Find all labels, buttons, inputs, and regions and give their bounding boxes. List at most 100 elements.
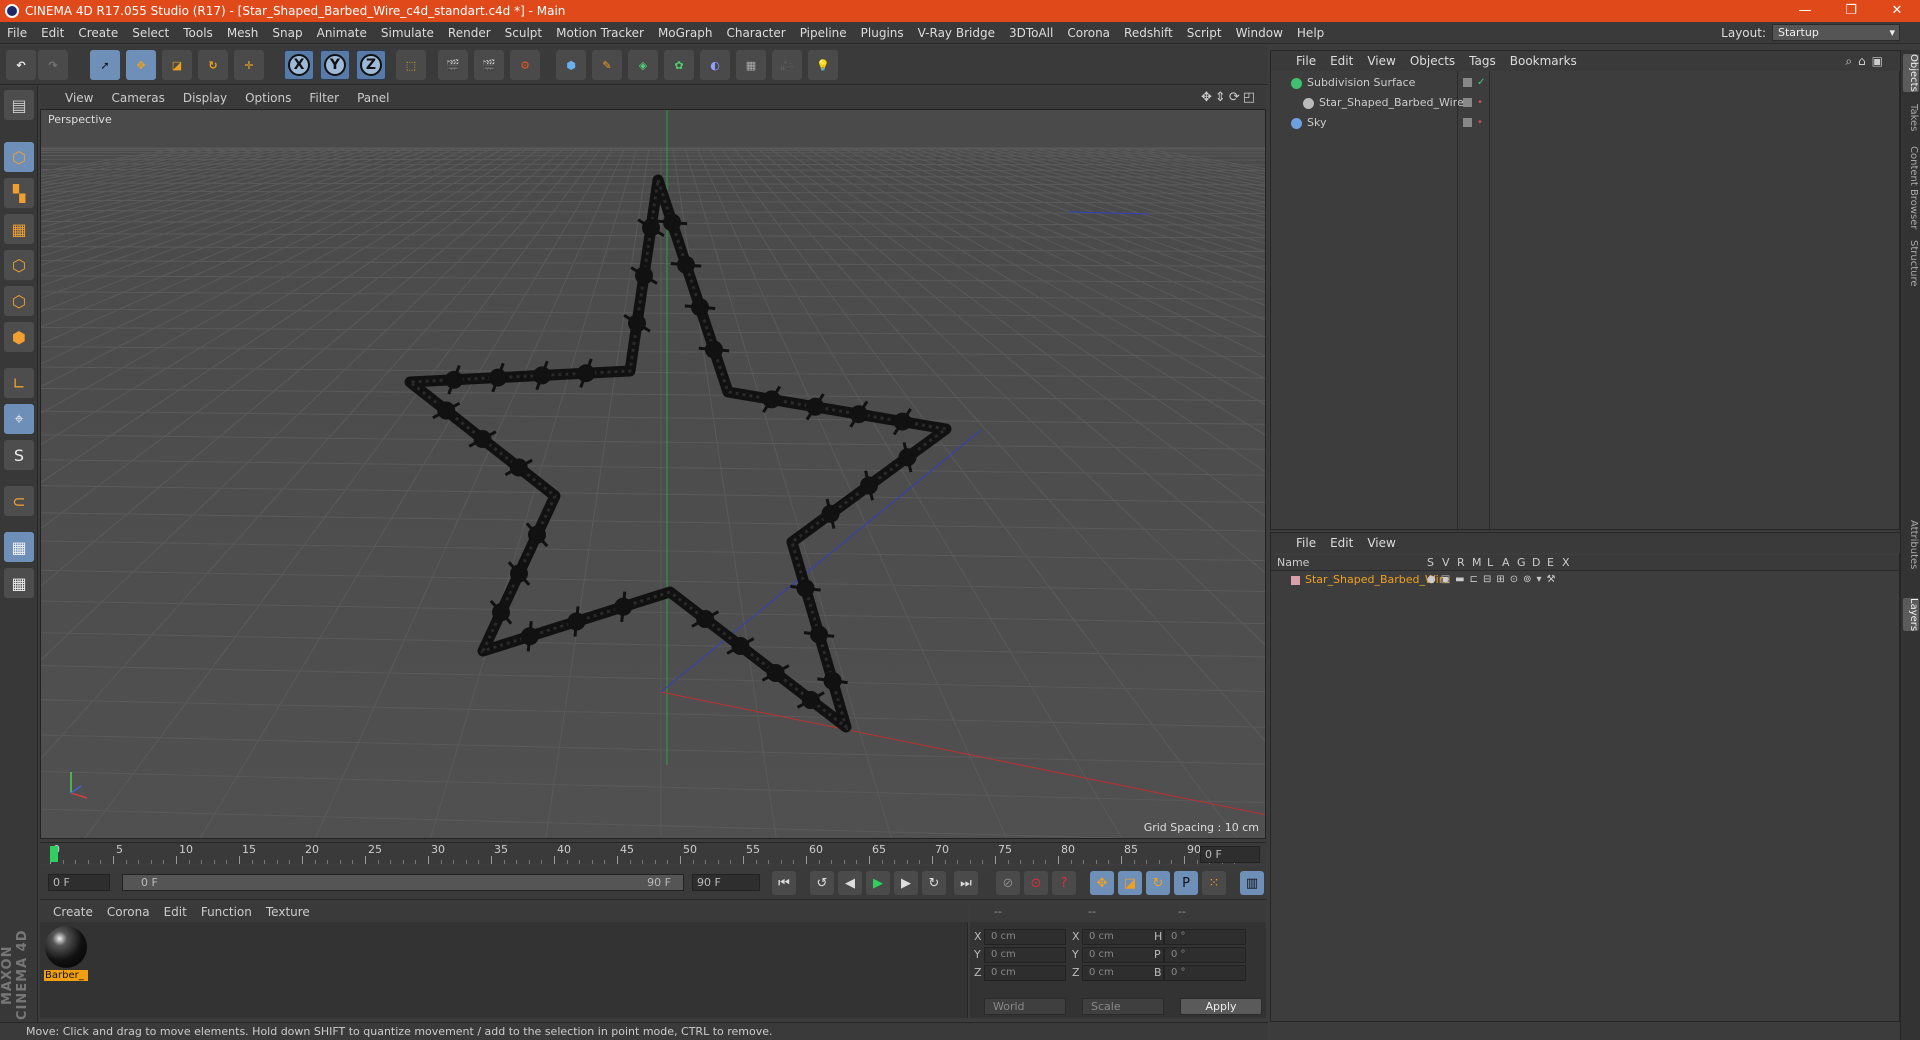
menu-mesh[interactable]: Mesh	[220, 22, 266, 44]
menu-script[interactable]: Script	[1180, 22, 1229, 44]
object-row[interactable]: Subdivision Surface ✓	[1271, 73, 1899, 93]
menu-motion-tracker[interactable]: Motion Tracker	[549, 22, 651, 44]
cloner-button[interactable]: ✿	[664, 50, 694, 80]
minimize-button[interactable]: —	[1782, 0, 1828, 22]
magnet-icon[interactable]: ⊂	[4, 486, 34, 516]
move-tool-button[interactable]: ✥	[126, 50, 156, 80]
object-menu-file[interactable]: File	[1289, 54, 1323, 68]
visibility-toggle-icon[interactable]	[1463, 98, 1472, 107]
transform-mode-select[interactable]: Scale	[1082, 998, 1164, 1015]
previous-frame-button[interactable]: ◀	[838, 871, 862, 895]
next-frame-button[interactable]: ▶	[894, 871, 918, 895]
viewport-menu-cameras[interactable]: Cameras	[102, 91, 173, 105]
coord-field[interactable]: 0 cm	[1082, 965, 1164, 981]
timeline-ruler[interactable]: 051015202530354045505560657075808590 0 F	[40, 842, 1266, 864]
layer-menu-file[interactable]: File	[1289, 536, 1323, 550]
menu-create[interactable]: Create	[71, 22, 125, 44]
layer-col-r[interactable]: R	[1457, 555, 1465, 571]
render-settings-button[interactable]: ⚙	[510, 50, 540, 80]
apply-button[interactable]: Apply	[1180, 998, 1262, 1015]
perspective-viewport[interactable]: Perspective Grid Spacing : 10 cm	[40, 109, 1266, 839]
menu-3dtoall[interactable]: 3DToAll	[1002, 22, 1060, 44]
menu-window[interactable]: Window	[1229, 22, 1290, 44]
visibility-toggle-icon[interactable]	[1463, 118, 1472, 127]
side-tab-layers[interactable]: Layers	[1903, 598, 1919, 632]
coord-field[interactable]: 0 cm	[984, 929, 1066, 945]
polygons-mode-icon[interactable]: ⬢	[4, 322, 34, 352]
floor-button[interactable]: ▦	[736, 50, 766, 80]
menu-redshift[interactable]: Redshift	[1117, 22, 1180, 44]
enable-toggle-icon[interactable]: ✓	[1477, 73, 1485, 93]
goto-end-button[interactable]: ⏭	[954, 871, 978, 895]
side-tab-objects[interactable]: Objects	[1903, 54, 1919, 92]
layer-col-e[interactable]: E	[1547, 555, 1554, 571]
layer-toggles[interactable]: ●▣▬⊏⊟⊞⊙⊚▾⚒	[1427, 571, 1561, 589]
layer-col-a[interactable]: A	[1502, 555, 1510, 571]
menu-animate[interactable]: Animate	[310, 22, 374, 44]
viewport-menu-panel[interactable]: Panel	[348, 91, 398, 105]
undo-button[interactable]: ↶	[6, 50, 36, 80]
object-row[interactable]: Sky •	[1271, 113, 1899, 133]
layer-col-l[interactable]: L	[1487, 555, 1493, 571]
spline-pen-button[interactable]: ✎	[592, 50, 622, 80]
enable-toggle-icon[interactable]: •	[1477, 113, 1483, 133]
live-selection-button[interactable]: ✛	[234, 50, 264, 80]
layer-col-m[interactable]: M	[1472, 555, 1482, 571]
menu-corona[interactable]: Corona	[1060, 22, 1117, 44]
workplane-icon[interactable]: ▦	[4, 214, 34, 244]
visibility-toggle-icon[interactable]	[1463, 78, 1472, 87]
render-picture-viewer-button[interactable]: 🎬	[474, 50, 504, 80]
coord-field[interactable]: 0 cm	[984, 965, 1066, 981]
autokey-button[interactable]: ⊙	[1024, 871, 1048, 895]
keyframe-selection-button[interactable]: ?	[1052, 871, 1076, 895]
menu-select[interactable]: Select	[125, 22, 176, 44]
preview-range-slider[interactable]: 0 F 90 F	[122, 874, 684, 891]
restore-button[interactable]: ❐	[1828, 0, 1874, 22]
layer-col-x[interactable]: X	[1562, 555, 1570, 571]
object-menu-tags[interactable]: Tags	[1462, 54, 1503, 68]
object-menu-edit[interactable]: Edit	[1323, 54, 1360, 68]
menu-snap[interactable]: Snap	[265, 22, 309, 44]
selection-tool-button[interactable]: ➚	[90, 50, 120, 80]
menu-v-ray-bridge[interactable]: V-Ray Bridge	[911, 22, 1002, 44]
viewport-navigation-icon[interactable]: ✥⇕⟳◰	[1201, 90, 1258, 105]
key-scale-button[interactable]: ◪	[1118, 871, 1142, 895]
light-button[interactable]: 💡	[808, 50, 838, 80]
layer-col-v[interactable]: V	[1442, 555, 1450, 571]
object-menu-bookmarks[interactable]: Bookmarks	[1503, 54, 1584, 68]
coord-field[interactable]: 0 °	[1164, 965, 1246, 981]
rotate-tool-button[interactable]: ↻	[198, 50, 228, 80]
menu-character[interactable]: Character	[719, 22, 792, 44]
render-view-button[interactable]: 🎬	[438, 50, 468, 80]
camera-button[interactable]: 🎥	[772, 50, 802, 80]
y-axis-lock-button[interactable]: Y	[320, 50, 350, 80]
object-menu-view[interactable]: View	[1360, 54, 1402, 68]
x-axis-lock-button[interactable]: X	[284, 50, 314, 80]
previous-key-button[interactable]: ↺	[810, 871, 834, 895]
axis-mode-icon[interactable]: ∟	[4, 368, 34, 398]
coord-field[interactable]: 0 cm	[1082, 929, 1164, 945]
current-frame-field[interactable]: 0 F	[1200, 846, 1260, 863]
object-menu-objects[interactable]: Objects	[1403, 54, 1462, 68]
coord-field[interactable]: 0 cm	[1082, 947, 1164, 963]
side-tab-content-browser[interactable]: Content Browser	[1903, 146, 1919, 229]
material-menu-texture[interactable]: Texture	[259, 905, 317, 919]
make-editable-icon[interactable]: ▤	[4, 90, 34, 120]
locked-workplane-icon[interactable]: ▦	[4, 532, 34, 562]
planar-workplane-icon[interactable]: ▦	[4, 568, 34, 598]
side-tab-attributes[interactable]: Attributes	[1903, 520, 1919, 569]
snapping-icon[interactable]: S	[4, 440, 34, 470]
layer-col-g[interactable]: G	[1517, 555, 1526, 571]
record-keys-button[interactable]: ⊘	[996, 871, 1020, 895]
material-menu-function[interactable]: Function	[194, 905, 259, 919]
material-swatch[interactable]: Barber_	[44, 926, 88, 986]
coord-field[interactable]: 0 cm	[984, 947, 1066, 963]
key-position-button[interactable]: ✥	[1090, 871, 1114, 895]
cube-primitive-button[interactable]: ⬢	[556, 50, 586, 80]
side-tab-takes[interactable]: Takes	[1903, 104, 1919, 131]
tweak-mode-icon[interactable]: ⌖	[4, 404, 34, 434]
menu-tools[interactable]: Tools	[176, 22, 220, 44]
start-frame-field[interactable]: 0 F	[48, 874, 110, 891]
menu-edit[interactable]: Edit	[34, 22, 71, 44]
layer-col-d[interactable]: D	[1532, 555, 1540, 571]
